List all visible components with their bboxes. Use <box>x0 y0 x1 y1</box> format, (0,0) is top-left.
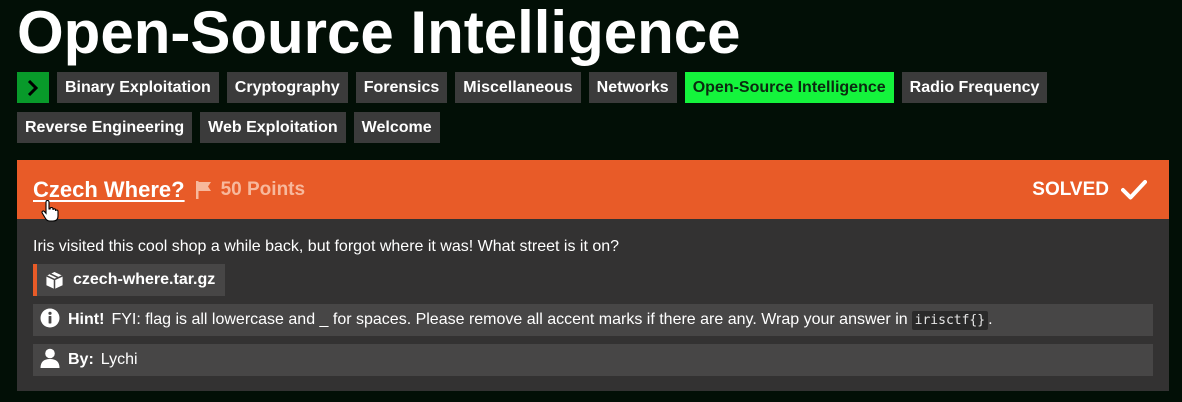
file-name: czech-where.tar.gz <box>73 271 216 288</box>
challenge-name-link[interactable]: Czech Where? <box>33 177 185 203</box>
category-reverse-engineering[interactable]: Reverse Engineering <box>17 112 193 143</box>
challenge-description: Iris visited this cool shop a while back… <box>33 238 620 255</box>
hint-flag-format: irisctf{} <box>911 310 989 330</box>
category-row-2: Reverse Engineering Web Exploitation Wel… <box>17 112 448 143</box>
author-label: By: <box>68 351 94 368</box>
user-icon <box>40 348 60 373</box>
package-icon <box>45 271 64 290</box>
hint-box: Hint! FYI: flag is all lowercase and _ f… <box>33 304 1153 336</box>
author-box: By: Lychi <box>33 344 1153 376</box>
hint-label: Hint! <box>68 311 105 328</box>
page-title: Open-Source Intelligence <box>17 0 741 66</box>
info-icon <box>40 308 60 333</box>
solved-status: SOLVED <box>1032 160 1147 219</box>
category-networks[interactable]: Networks <box>588 72 677 103</box>
hand-pointer-icon <box>41 199 59 227</box>
category-open-source-intelligence[interactable]: Open-Source Intelligence <box>684 72 894 103</box>
chevron-right-icon <box>27 79 39 96</box>
category-row-1: Binary Exploitation Cryptography Forensi… <box>17 72 1055 103</box>
flag-icon <box>194 180 214 200</box>
category-toggle-button[interactable] <box>17 72 49 103</box>
hint-end: . <box>988 311 993 328</box>
category-forensics[interactable]: Forensics <box>355 72 448 103</box>
category-miscellaneous[interactable]: Miscellaneous <box>455 72 581 103</box>
author-name: Lychi <box>100 351 138 368</box>
category-radio-frequency[interactable]: Radio Frequency <box>901 72 1048 103</box>
hint-text: FYI: flag is all lowercase and _ for spa… <box>111 311 908 328</box>
solved-label: SOLVED <box>1032 178 1109 200</box>
challenge-card: Czech Where? 50 Points SOLVED Iris visit… <box>17 160 1169 391</box>
category-cryptography[interactable]: Cryptography <box>226 72 348 103</box>
check-icon <box>1121 179 1147 201</box>
category-binary-exploitation[interactable]: Binary Exploitation <box>57 72 219 103</box>
challenge-header[interactable]: Czech Where? 50 Points SOLVED <box>17 160 1169 222</box>
challenge-file-download[interactable]: czech-where.tar.gz <box>33 264 226 296</box>
category-welcome[interactable]: Welcome <box>353 112 440 143</box>
challenge-points: 50 Points <box>220 178 306 200</box>
category-web-exploitation[interactable]: Web Exploitation <box>200 112 346 143</box>
